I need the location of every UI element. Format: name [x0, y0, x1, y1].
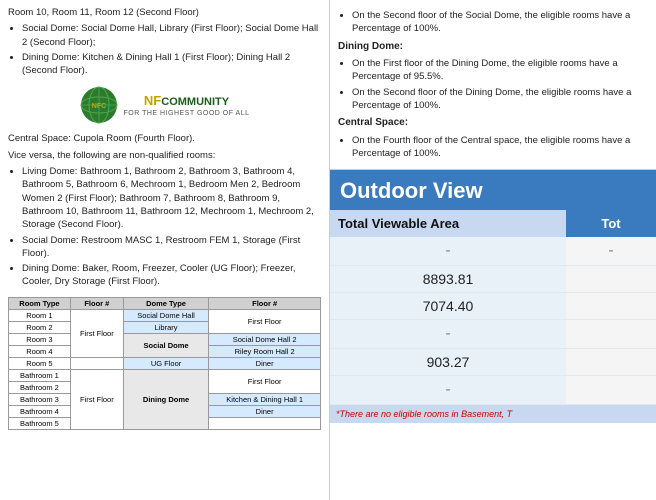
room-table: Room Type Floor # Dome Type Floor # Room…: [8, 297, 321, 430]
bullet-item: On the Second floor of the Dining Dome, …: [352, 86, 648, 113]
table-row: 8893.81: [330, 266, 656, 293]
floor2-val: First Floor: [209, 309, 321, 333]
tot-value: [566, 293, 656, 320]
room-name: Bathroom 4: [9, 405, 71, 417]
table-row: -: [330, 320, 656, 349]
room-name: Bathroom 5: [9, 417, 71, 429]
bullet-item: Living Dome: Bathroom 1, Bathroom 2, Bat…: [22, 165, 321, 231]
room-name: Bathroom 1: [9, 369, 71, 381]
globe-icon: NFC: [79, 85, 119, 125]
vice-versa-note: Vice versa, the following are non-qualif…: [8, 149, 321, 162]
table-row: Room 1 First Floor Social Dome Hall Firs…: [9, 309, 321, 321]
tot-value: -: [566, 237, 656, 266]
logo-tagline: FOR THE HIGHEST GOOD OF ALL: [123, 110, 249, 117]
area-value: -: [330, 237, 566, 266]
bullet-item: Dining Dome: Kitchen & Dining Hall 1 (Fi…: [22, 51, 321, 78]
col-header-dome-type: Dome Type: [123, 297, 208, 309]
right-panel: On the Second floor of the Social Dome, …: [330, 0, 656, 500]
logo-name-block: NFCOMMUNITY FOR THE HIGHEST GOOD OF ALL: [123, 93, 249, 117]
floor2-val: [209, 417, 321, 429]
logo-name: NFCOMMUNITY: [123, 93, 249, 108]
room-name: Bathroom 2: [9, 381, 71, 393]
table-section: Room Type Floor # Dome Type Floor # Room…: [8, 297, 321, 430]
dome-val: Social Dome: [123, 333, 208, 357]
left-panel: Room 10, Room 11, Room 12 (Second Floor)…: [0, 0, 330, 500]
tot-value: [566, 376, 656, 405]
table-row: -: [330, 376, 656, 405]
area-value: 7074.40: [330, 293, 566, 320]
right-bullets: On the Second floor of the Social Dome, …: [338, 9, 648, 36]
non-qualified-list: Living Dome: Bathroom 1, Bathroom 2, Bat…: [8, 165, 321, 289]
floor2-val: Kitchen & Dining Hall 1: [209, 393, 321, 405]
room-name: Room 1: [9, 309, 71, 321]
floor2-val: Diner: [209, 405, 321, 417]
dome-val: Dining Dome: [123, 369, 208, 429]
dome-val: Library: [123, 321, 208, 333]
floor-val: First Floor: [70, 369, 123, 429]
area-value: 903.27: [330, 349, 566, 376]
floor2-val: Riley Room Hall 2: [209, 345, 321, 357]
outdoor-col-right: Tot: [566, 210, 656, 237]
social-dome-bullets: Social Dome: Social Dome Hall, Library (…: [8, 22, 321, 77]
room-name: Room 4: [9, 345, 71, 357]
central-space-note: Central Space: Cupola Room (Fourth Floor…: [8, 132, 321, 145]
svg-text:NFC: NFC: [92, 103, 106, 110]
logo-area: NFC NFCOMMUNITY FOR THE HIGHEST GOOD OF …: [8, 85, 321, 128]
col-header-room-type: Room Type: [9, 297, 71, 309]
logo-block: NFC NFCOMMUNITY FOR THE HIGHEST GOOD OF …: [79, 85, 249, 125]
dining-dome-bullets: On the First floor of the Dining Dome, t…: [338, 57, 648, 112]
floor-val: [70, 357, 123, 369]
table-row: 903.27: [330, 349, 656, 376]
bullet-item: On the Fourth floor of the Central space…: [352, 134, 648, 161]
table-row: Room 5 UG Floor Diner: [9, 357, 321, 369]
dining-dome-heading: Dining Dome:: [338, 40, 648, 55]
bullet-item: Dining Dome: Baker, Room, Freezer, Coole…: [22, 262, 321, 289]
bullet-item: On the Second floor of the Social Dome, …: [352, 9, 648, 36]
footer-note: *There are no eligible rooms in Basement…: [330, 405, 656, 423]
tot-value: [566, 349, 656, 376]
room-name: Room 5: [9, 357, 71, 369]
table-row: 7074.40: [330, 293, 656, 320]
bullet-item: Social Dome: Social Dome Hall, Library (…: [22, 22, 321, 49]
room-name: Room 2: [9, 321, 71, 333]
tot-value: [566, 266, 656, 293]
col-header-floor2: Floor #: [209, 297, 321, 309]
tot-value: [566, 320, 656, 349]
col-header-floor1: Floor #: [70, 297, 123, 309]
area-value: -: [330, 376, 566, 405]
floor-val: First Floor: [70, 309, 123, 357]
outdoor-table-area: Total Viewable Area Tot - - 8893.81 7074…: [330, 210, 656, 405]
outdoor-header: Outdoor View: [330, 170, 656, 210]
area-value: 8893.81: [330, 266, 566, 293]
bullet-item: On the First floor of the Dining Dome, t…: [352, 57, 648, 84]
room-name: Room 3: [9, 333, 71, 345]
central-space-bullets: On the Fourth floor of the Central space…: [338, 134, 648, 161]
room-name: Bathroom 3: [9, 393, 71, 405]
dome-val: Social Dome Hall: [123, 309, 208, 321]
table-row: Bathroom 1 First Floor Dining Dome First…: [9, 369, 321, 381]
central-space-heading: Central Space:: [338, 116, 648, 131]
bullet-item: Social Dome: Restroom MASC 1, Restroom F…: [22, 234, 321, 261]
table-row: Room 3 Social Dome Social Dome Hall 2: [9, 333, 321, 345]
outdoor-col-left: Total Viewable Area: [330, 210, 566, 237]
floor2-val: Social Dome Hall 2: [209, 333, 321, 345]
top-doc-section: On the Second floor of the Social Dome, …: [330, 0, 656, 170]
floor2-val: First Floor: [209, 369, 321, 393]
outdoor-section: Outdoor View: [330, 170, 656, 210]
table-row: - -: [330, 237, 656, 266]
intro-text: Room 10, Room 11, Room 12 (Second Floor): [8, 6, 321, 19]
dome-val: UG Floor: [123, 357, 208, 369]
floor2-val: Diner: [209, 357, 321, 369]
area-value: -: [330, 320, 566, 349]
outdoor-data-table: Total Viewable Area Tot - - 8893.81 7074…: [330, 210, 656, 405]
